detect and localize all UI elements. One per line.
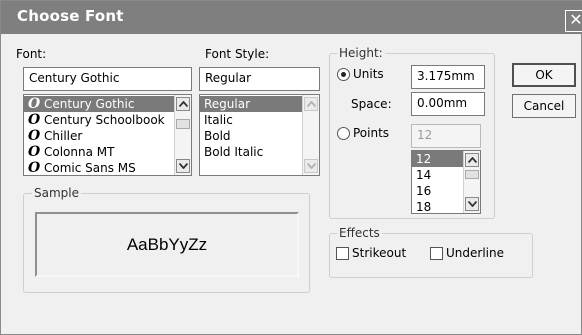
chevron-up-icon [179,101,188,107]
cancel-button[interactable]: Cancel [512,94,576,118]
opentype-font-icon: O [28,160,41,176]
list-item[interactable]: Bold Italic [200,144,302,160]
points-label[interactable]: Points [353,126,389,140]
font-list-scrollbar[interactable] [174,95,191,175]
points-list[interactable]: 12 14 16 18 [411,150,481,214]
font-label: Font: [16,47,47,61]
list-item[interactable]: Regular [200,96,302,112]
list-item[interactable]: Italic [200,112,302,128]
list-item-label: Century Schoolbook [44,113,165,127]
height-group-label: Height: [337,46,385,60]
strikeout-checkbox[interactable] [336,247,349,260]
space-input[interactable]: 0.00mm [411,92,485,116]
list-item[interactable]: O Comic Sans MS [24,160,174,176]
sample-group-label: Sample [32,186,81,200]
font-style-scroll-down[interactable] [304,159,318,173]
strikeout-label[interactable]: Strikeout [352,246,406,260]
list-item[interactable]: O Chiller [24,128,174,144]
list-item-label: Chiller [44,129,83,143]
sample-preview: AaBbYyZz [35,212,299,277]
close-button[interactable]: ✕ [565,10,582,32]
list-item[interactable]: 18 [412,199,463,213]
close-icon: ✕ [569,10,582,29]
effects-group-label: Effects [337,226,382,240]
font-list[interactable]: O Century Gothic O Century Schoolbook O Chill… [23,94,192,176]
points-input[interactable]: 12 [411,124,481,148]
units-radio[interactable] [337,68,350,81]
units-label[interactable]: Units [353,67,384,81]
opentype-font-icon: O [28,144,41,160]
units-input[interactable]: 3.175mm [411,65,485,89]
list-item[interactable]: O Century Gothic [24,96,174,112]
points-radio[interactable] [337,127,350,140]
chevron-up-icon [468,157,477,163]
dialog-title: Choose Font [17,7,124,25]
list-item-label: Colonna MT [44,145,115,159]
list-item[interactable]: O Colonna MT [24,144,174,160]
list-item[interactable]: 12 [412,151,463,167]
font-style-label: Font Style: [205,47,270,61]
underline-checkbox[interactable] [430,247,443,260]
ok-button[interactable]: OK [512,63,576,87]
points-list-scrollbar[interactable] [463,151,480,213]
font-input[interactable]: Century Gothic [23,67,192,91]
font-list-scroll-up[interactable] [176,97,190,111]
opentype-font-icon: O [28,128,41,144]
points-list-scroll-up[interactable] [465,153,479,167]
list-item[interactable]: 16 [412,183,463,199]
font-style-list[interactable]: Regular Italic Bold Bold Italic [199,94,320,176]
list-item[interactable]: Bold [200,128,302,144]
underline-label[interactable]: Underline [446,246,504,260]
space-label: Space: [351,97,392,111]
font-style-list-scrollbar[interactable] [302,95,319,175]
chevron-up-icon [307,101,316,107]
title-bar[interactable]: Choose Font ✕ [1,1,582,34]
points-list-scroll-down[interactable] [465,197,479,211]
sample-text: AaBbYyZz [126,235,208,254]
font-style-scroll-up[interactable] [304,97,318,111]
points-list-scroll-thumb[interactable] [465,170,479,179]
list-item-label: Century Gothic [44,97,135,111]
opentype-font-icon: O [28,96,41,112]
font-style-input[interactable]: Regular [199,67,320,91]
font-list-scroll-down[interactable] [176,159,190,173]
radio-selected-dot [341,72,346,77]
choose-font-dialog: Choose Font ✕ Font: Century Gothic O Cent… [0,0,582,335]
list-item[interactable]: 14 [412,167,463,183]
list-item-label: Comic Sans MS [44,161,136,175]
opentype-font-icon: O [28,112,41,128]
chevron-down-icon [307,163,316,169]
chevron-down-icon [468,201,477,207]
list-item[interactable]: O Century Schoolbook [24,112,174,128]
font-list-scroll-thumb[interactable] [176,119,190,129]
chevron-down-icon [179,163,188,169]
